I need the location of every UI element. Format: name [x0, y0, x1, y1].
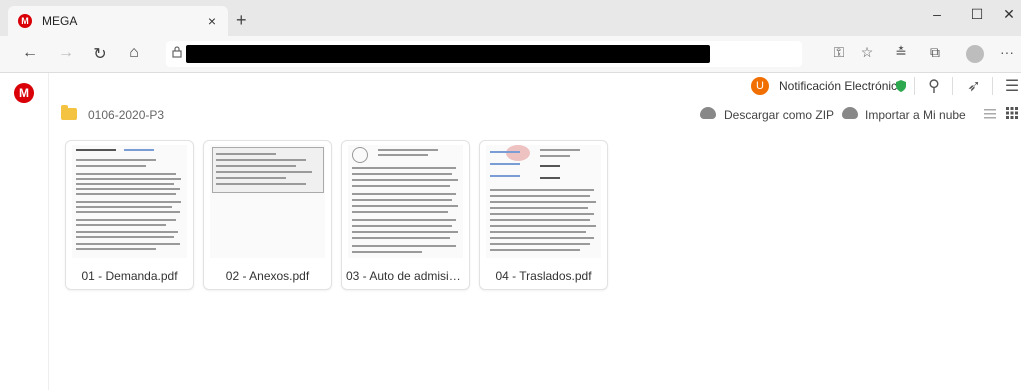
address-bar[interactable]: [166, 41, 802, 67]
user-name[interactable]: Notificación Electrónica: [779, 79, 904, 93]
forward-icon[interactable]: →: [54, 44, 78, 62]
home-icon[interactable]: ⌂: [122, 44, 146, 62]
browser-tab[interactable]: M MEGA ×: [8, 6, 228, 36]
window-close-icon[interactable]: ✕: [994, 6, 1021, 23]
list-view-icon[interactable]: [984, 109, 996, 119]
file-card[interactable]: 02 - Anexos.pdf: [203, 140, 332, 290]
left-rail: M: [0, 73, 49, 390]
import-cloud-icon[interactable]: [842, 107, 858, 119]
divider: [914, 77, 915, 95]
collections-icon[interactable]: ⧉: [924, 44, 946, 61]
reload-icon[interactable]: ↻: [88, 44, 112, 64]
pdf-thumbnail: [486, 145, 601, 258]
folder-name[interactable]: 0106-2020-P3: [88, 108, 164, 122]
favorites-list-icon[interactable]: ≛: [890, 44, 912, 61]
file-name: 04 - Traslados.pdf: [495, 269, 592, 283]
browser-toolbar: ← → ↻ ⌂ ⚿ ☆ ≛ ⧉ ···: [0, 36, 1021, 73]
grid-view-icon[interactable]: [1006, 107, 1018, 119]
search-icon[interactable]: ⚲: [924, 76, 944, 96]
maximize-icon[interactable]: ☐: [962, 6, 992, 23]
app-header: U Notificación Electrónica ⚲ ➶ ☰: [48, 73, 1021, 99]
pdf-thumbnail: [210, 145, 325, 258]
minimize-icon[interactable]: –: [922, 6, 952, 22]
rocket-icon[interactable]: ➶: [964, 76, 984, 96]
favorite-star-icon[interactable]: ☆: [856, 44, 878, 61]
browser-tabstrip: M MEGA × + – ☐ ✕: [0, 0, 1021, 36]
shield-icon: [896, 80, 906, 92]
back-icon[interactable]: ←: [18, 44, 42, 62]
divider: [952, 77, 953, 95]
more-options-icon[interactable]: ···: [996, 44, 1018, 60]
mega-favicon-icon: M: [18, 14, 32, 28]
pdf-thumbnail: [72, 145, 187, 258]
mega-logo-icon[interactable]: M: [14, 83, 34, 103]
file-card[interactable]: 04 - Traslados.pdf: [479, 140, 608, 290]
pdf-thumbnail: [348, 145, 463, 258]
file-name: 02 - Anexos.pdf: [225, 269, 310, 283]
file-name: 01 - Demanda.pdf: [81, 269, 178, 283]
download-cloud-icon[interactable]: [700, 107, 716, 119]
divider: [992, 77, 993, 95]
file-name: 03 - Auto de admisión.pdf: [346, 269, 465, 283]
folder-toolbar: 0106-2020-P3 Descargar como ZIP Importar…: [48, 101, 1021, 129]
lock-icon: [172, 46, 182, 58]
key-icon[interactable]: ⚿: [828, 44, 850, 61]
new-tab-icon[interactable]: +: [236, 10, 247, 31]
file-card[interactable]: 01 - Demanda.pdf: [65, 140, 194, 290]
tab-close-icon[interactable]: ×: [202, 13, 222, 29]
redacted-url: [186, 45, 710, 63]
import-cloud-button[interactable]: Importar a Mi nube: [865, 108, 966, 122]
menu-icon[interactable]: ☰: [1002, 76, 1021, 96]
tab-title: MEGA: [42, 14, 78, 28]
file-card[interactable]: 03 - Auto de admisión.pdf: [341, 140, 470, 290]
user-avatar[interactable]: U: [751, 77, 769, 95]
folder-icon: [61, 105, 77, 120]
profile-avatar[interactable]: [966, 45, 984, 63]
download-zip-button[interactable]: Descargar como ZIP: [724, 108, 834, 122]
